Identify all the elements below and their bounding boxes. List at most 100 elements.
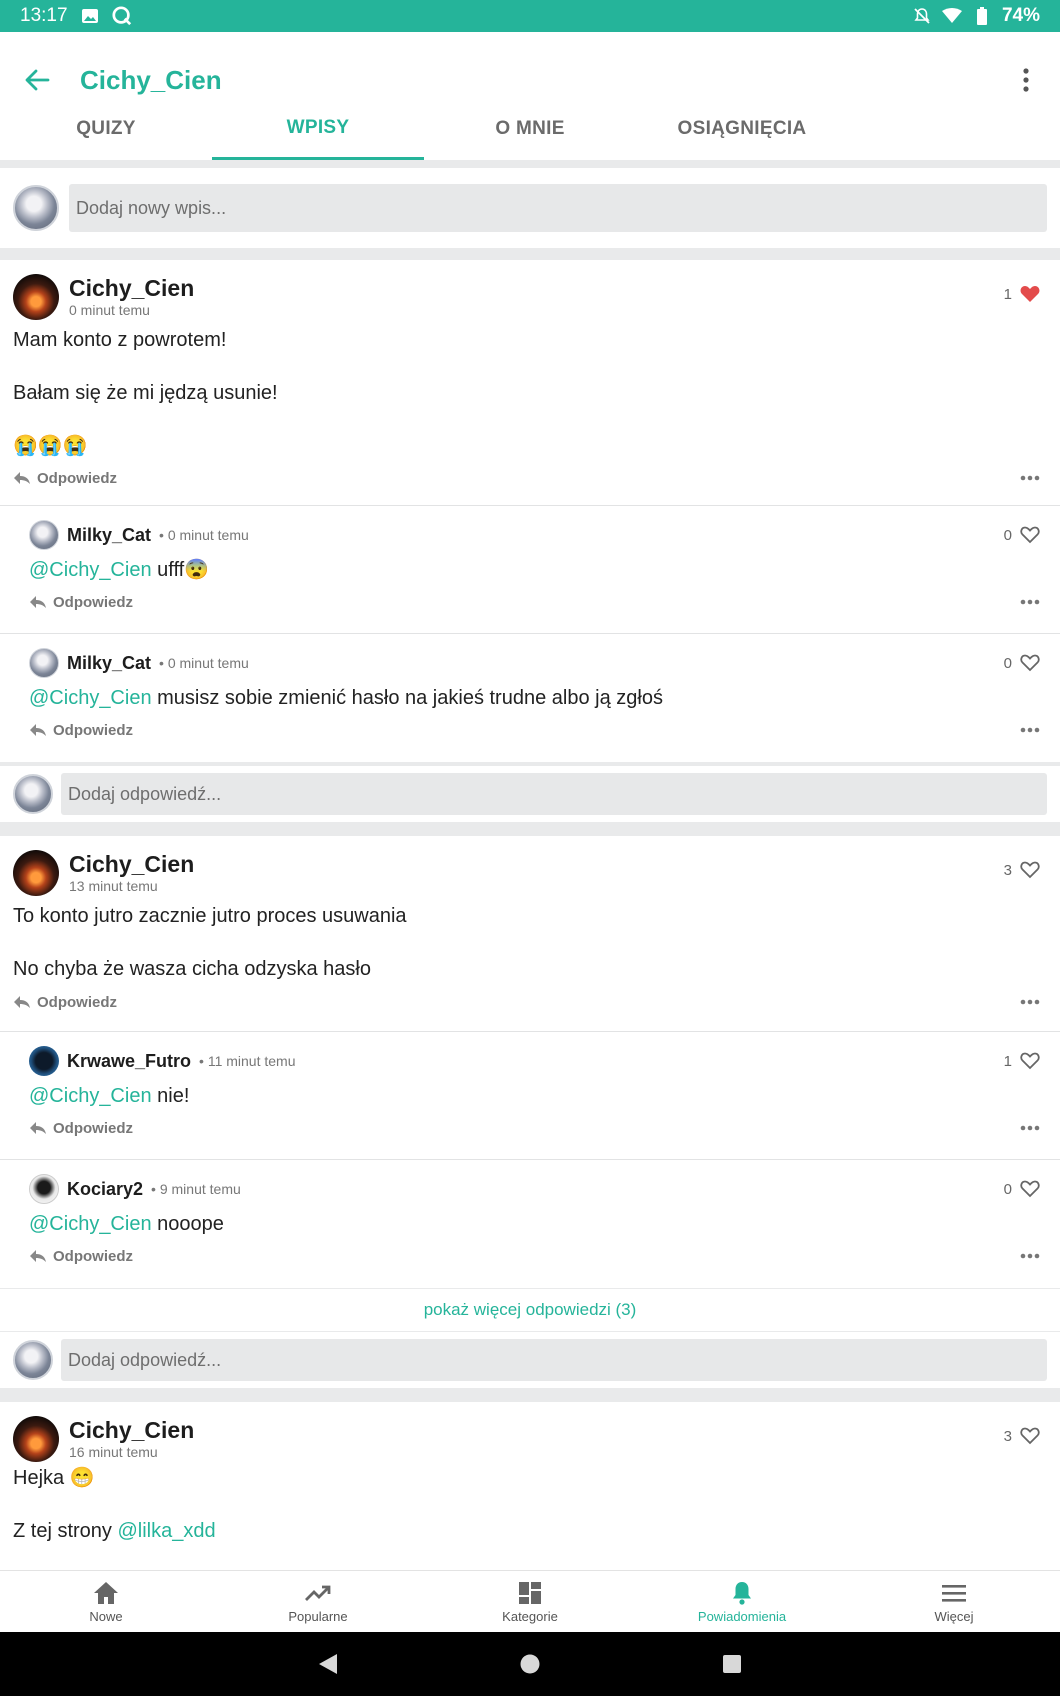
reply-button[interactable]: Odpowiedz [37, 470, 117, 487]
post-text: To konto jutro zacznie jutro proces usuw… [13, 905, 407, 927]
mention-link[interactable]: @Cichy_Cien [29, 687, 152, 709]
comment-header: Krwawe_Futro • 11 minut temu [29, 1046, 296, 1076]
reply-button[interactable]: Odpowiedz [53, 1120, 133, 1137]
new-post-input[interactable]: Dodaj nowy wpis... [69, 184, 1047, 232]
nav-label: Więcej [934, 1609, 974, 1624]
heart-outline-icon [1020, 861, 1040, 879]
comment-author[interactable]: Milky_Cat [67, 525, 151, 546]
post-text: No chyba że wasza cicha odzyska hasło [13, 958, 371, 980]
more-horiz-icon[interactable] [1020, 999, 1040, 1005]
reply-button[interactable]: Odpowiedz [37, 994, 117, 1011]
post-author[interactable]: Cichy_Cien [69, 1417, 194, 1443]
mention-link[interactable]: @Cichy_Cien [29, 1085, 152, 1107]
menu-icon [942, 1585, 966, 1602]
more-horiz-icon[interactable] [1020, 727, 1040, 733]
post-author[interactable]: Cichy_Cien [69, 851, 194, 877]
system-back-icon[interactable] [317, 1652, 339, 1676]
mention-link[interactable]: @Cichy_Cien [29, 1213, 152, 1235]
post-text: Bałam się że mi jędzą usunie! [13, 382, 278, 404]
nav-label: Kategorie [502, 1609, 558, 1624]
reply-icon [30, 596, 46, 608]
reply-icon [14, 472, 30, 484]
arrow-back-icon [25, 69, 50, 91]
avatar[interactable] [13, 274, 59, 320]
nav-nowe[interactable]: Nowe [0, 1571, 212, 1633]
comment-author[interactable]: Kociary2 [67, 1179, 143, 1200]
more-horiz-icon[interactable] [1020, 475, 1040, 481]
bottom-navigation: Nowe Popularne Kategorie Powiadomienia W… [0, 1570, 1060, 1632]
like-count: 0 [1003, 1180, 1012, 1198]
comment-text: @Cichy_Cien musisz sobie zmienić hasło n… [29, 687, 663, 709]
comment-card: Kociary2 • 9 minut temu 0 @Cichy_Cien no… [0, 1160, 1060, 1288]
notifications-off-icon [912, 6, 932, 26]
like-count: 3 [1003, 861, 1012, 879]
battery-icon [972, 6, 992, 26]
mention-link[interactable]: @Cichy_Cien [29, 559, 152, 581]
mention-link[interactable]: @lilka_xdd [117, 1520, 215, 1542]
post-header: Cichy_Cien 16 minut temu [13, 1416, 194, 1462]
status-bar: 13:17 74% [0, 0, 1060, 32]
comment-text: @Cichy_Cien nooope [29, 1213, 224, 1235]
nav-powiadomienia[interactable]: Powiadomienia [636, 1571, 848, 1633]
add-reply-bar: Dodaj odpowiedź... [0, 1332, 1060, 1388]
avatar [13, 1340, 53, 1380]
heart-outline-icon [1020, 1427, 1040, 1445]
more-horiz-icon[interactable] [1020, 1125, 1040, 1131]
avatar[interactable] [29, 1046, 59, 1076]
post-emoji: 😭😭😭 [13, 435, 88, 457]
comment-author[interactable]: Milky_Cat [67, 653, 151, 674]
more-horiz-icon[interactable] [1020, 1253, 1040, 1259]
show-more-replies-link[interactable]: pokaż więcej odpowiedzi (3) [0, 1289, 1060, 1331]
tab-wpisy[interactable]: WPISY [212, 98, 424, 160]
avatar[interactable] [13, 850, 59, 896]
add-reply-input[interactable]: Dodaj odpowiedź... [61, 1339, 1047, 1381]
image-icon [80, 6, 100, 26]
post-text: Z tej strony @lilka_xdd [13, 1520, 216, 1542]
comment-text: @Cichy_Cien ufff😨 [29, 559, 210, 581]
post-text: Hejka 😁 [13, 1467, 95, 1489]
comment-time: • 0 minut temu [159, 527, 249, 543]
nav-kategorie[interactable]: Kategorie [424, 1571, 636, 1633]
heart-filled-icon [1020, 286, 1040, 302]
like-button[interactable]: 1 [1004, 1052, 1040, 1070]
more-horiz-icon[interactable] [1020, 599, 1040, 605]
tab-quizy[interactable]: QUIZY [0, 98, 212, 160]
like-button[interactable]: 3 [1004, 861, 1040, 879]
avatar[interactable] [29, 520, 59, 550]
reply-button[interactable]: Odpowiedz [53, 722, 133, 739]
reply-icon [14, 996, 30, 1008]
system-recents-icon[interactable] [721, 1653, 743, 1675]
comment-header: Milky_Cat • 0 minut temu [29, 648, 249, 678]
comment-card: Milky_Cat • 0 minut temu 0 @Cichy_Cien u… [0, 506, 1060, 634]
add-reply-input[interactable]: Dodaj odpowiedź... [61, 773, 1047, 815]
tab-osiagniecia[interactable]: OSIĄGNIĘCIA [636, 98, 848, 160]
reply-button[interactable]: Odpowiedz [53, 594, 133, 611]
comment-text: @Cichy_Cien nie! [29, 1085, 190, 1107]
system-home-icon[interactable] [519, 1653, 541, 1675]
like-button[interactable]: 3 [1004, 1427, 1040, 1445]
nav-popularne[interactable]: Popularne [212, 1571, 424, 1633]
more-vert-icon [1023, 68, 1029, 92]
avatar[interactable] [29, 648, 59, 678]
post-actions: Odpowiedz [13, 466, 1040, 490]
tab-o-mnie[interactable]: O MNIE [424, 98, 636, 160]
like-button[interactable]: 1 [1004, 285, 1040, 303]
like-count: 0 [1003, 654, 1012, 672]
heart-outline-icon [1020, 1180, 1040, 1198]
avatar[interactable] [29, 1174, 59, 1204]
home-icon [94, 1582, 118, 1604]
comment-actions: Odpowiedz [29, 590, 1040, 614]
comment-time: • 0 minut temu [159, 655, 249, 671]
posts-feed[interactable]: Dodaj nowy wpis... Cichy_Cien 0 minut te… [0, 160, 1060, 1570]
like-button[interactable]: 0 [1004, 1180, 1040, 1198]
page-title: Cichy_Cien [80, 64, 222, 95]
comment-actions: Odpowiedz [29, 1116, 1040, 1140]
comment-author[interactable]: Krwawe_Futro [67, 1051, 191, 1072]
nav-wiecej[interactable]: Więcej [848, 1571, 1060, 1633]
comment-header: Milky_Cat • 0 minut temu [29, 520, 249, 550]
post-author[interactable]: Cichy_Cien [69, 275, 194, 301]
like-button[interactable]: 0 [1004, 526, 1040, 544]
like-button[interactable]: 0 [1004, 654, 1040, 672]
avatar[interactable] [13, 1416, 59, 1462]
reply-button[interactable]: Odpowiedz [53, 1248, 133, 1265]
